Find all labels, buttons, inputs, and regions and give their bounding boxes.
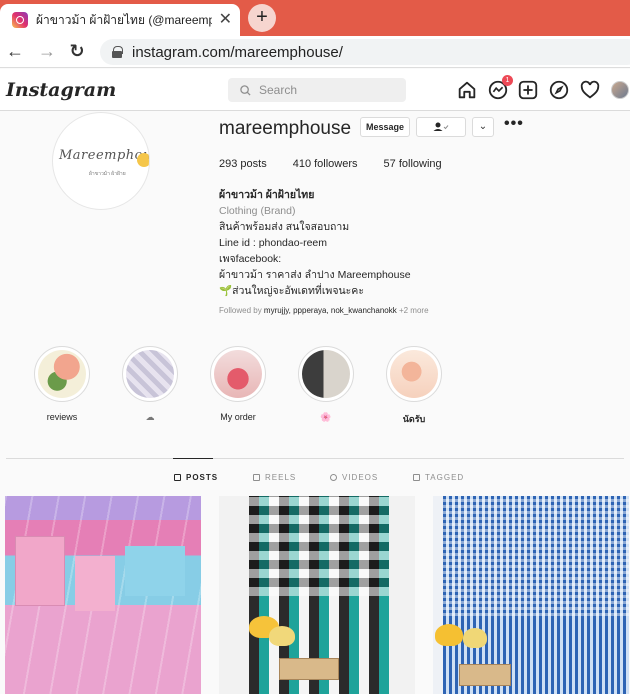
profile-username: mareemphouse xyxy=(219,118,352,139)
lock-icon xyxy=(112,46,123,58)
avatar xyxy=(611,81,629,99)
message-button[interactable]: Message xyxy=(360,117,410,137)
tab-posts-label: POSTS xyxy=(186,473,219,482)
profile-picture[interactable]: Mareemphouse ผ้าขาวม้า ผ้าฝ้าย xyxy=(52,112,150,210)
address-bar: ← → ↻ instagram.com/mareemphouse/ xyxy=(0,36,630,68)
tab-posts[interactable]: POSTS xyxy=(174,473,218,482)
bio-line: ผ้าขาวม้า ราคาส่ง ลำปาง Mareemphouse xyxy=(219,269,411,281)
tab-reels-label: REELS xyxy=(265,473,297,482)
new-tab-button[interactable]: + xyxy=(248,4,276,32)
highlight-label: นัดรับ xyxy=(402,414,426,424)
bio-line: เพจfacebook: xyxy=(219,253,282,265)
highlight-ring xyxy=(210,346,266,402)
posts-count: 293 posts xyxy=(219,158,267,170)
highlight-label: reviews xyxy=(46,412,78,422)
profile-stats: 293 posts 410 followers 57 following xyxy=(219,158,468,170)
highlight-reviews[interactable]: reviews xyxy=(32,346,92,424)
messenger-icon[interactable]: 1 xyxy=(487,75,513,101)
reload-icon[interactable]: ↻ xyxy=(66,40,88,62)
url-text: instagram.com/mareemphouse/ xyxy=(132,43,343,61)
tulip xyxy=(269,626,295,646)
instagram-logo[interactable]: Instagram xyxy=(6,79,116,101)
bio-category: Clothing (Brand) xyxy=(219,205,296,217)
post-thumbnail[interactable] xyxy=(433,496,629,694)
activity-heart-icon[interactable] xyxy=(579,79,601,101)
followers-count[interactable]: 410 followers xyxy=(293,158,358,170)
profile-avatar[interactable] xyxy=(609,79,630,101)
home-icon[interactable] xyxy=(456,79,478,101)
post-thumbnail[interactable] xyxy=(5,496,201,694)
tabs-divider xyxy=(6,458,624,459)
search-icon xyxy=(240,84,251,96)
video-icon xyxy=(330,474,337,481)
highlight-label: My order xyxy=(220,412,256,422)
tab-tagged-label: TAGGED xyxy=(425,473,465,482)
browser-tab[interactable]: ผ้าขาวม้า ผ้าฝ้ายไทย (@mareemphouse) ✕ xyxy=(0,4,240,36)
avatar-logo-subtext: ผ้าขาวม้า ผ้าฝ้าย xyxy=(89,171,126,177)
highlight-cover xyxy=(38,350,86,398)
highlight-cover xyxy=(126,350,174,398)
bio-line: สินค้าพร้อมส่ง สนใจสอบถาม xyxy=(219,221,350,233)
back-icon[interactable]: ← xyxy=(4,40,26,62)
bio-line: 🌱ส่วนใหญ่จะอัพเดทที่เพจนะคะ xyxy=(219,285,364,297)
product-tag xyxy=(459,664,511,686)
browser-tab-bar: ผ้าขาวม้า ผ้าฝ้ายไทย (@mareemphouse) ✕ + xyxy=(0,0,630,36)
following-count[interactable]: 57 following xyxy=(384,158,442,170)
highlight-cloud[interactable]: ☁ xyxy=(120,346,180,424)
instagram-favicon-icon xyxy=(12,12,28,28)
instagram-header: Instagram Search 1 xyxy=(0,69,630,111)
followed-by[interactable]: Followed by myrujjy, ppperaya, nok_kwanc… xyxy=(219,306,429,315)
search-input[interactable]: Search xyxy=(228,78,406,102)
highlight-ring xyxy=(386,346,442,402)
highlight-ring xyxy=(298,346,354,402)
highlight-ring xyxy=(122,346,178,402)
highlight-my-order[interactable]: My order xyxy=(208,346,268,424)
reels-icon xyxy=(253,474,260,481)
forward-icon[interactable]: → xyxy=(36,40,58,62)
fabric-fold xyxy=(75,556,115,611)
flower-decoration xyxy=(137,153,149,167)
more-options-icon[interactable]: ••• xyxy=(504,115,524,133)
followed-by-prefix: Followed by xyxy=(219,306,264,315)
followed-by-names: myrujjy, ppperaya, nok_kwanchanokk xyxy=(263,306,397,315)
bio-name: ผ้าขาวม้า ผ้าฝ้ายไทย xyxy=(219,189,315,201)
tab-reels[interactable]: REELS xyxy=(253,473,296,482)
bio-line: Line id : phondao-reem xyxy=(219,237,327,249)
profile-bio: ผ้าขาวม้า ผ้าฝ้ายไทย Clothing (Brand) สิ… xyxy=(219,187,411,299)
suggested-dropdown-button[interactable]: ⌄ xyxy=(472,117,494,137)
following-button[interactable] xyxy=(416,117,466,137)
messenger-badge: 1 xyxy=(502,75,513,86)
highlight-label: ☁ xyxy=(145,412,155,422)
post-thumbnail[interactable] xyxy=(219,496,415,694)
highlight-ring xyxy=(34,346,90,402)
grid-icon xyxy=(174,474,181,481)
new-post-icon[interactable] xyxy=(517,79,539,101)
search-placeholder: Search xyxy=(259,83,298,97)
tulip xyxy=(435,624,463,646)
product-tag xyxy=(279,658,339,680)
highlight-cover xyxy=(214,350,262,398)
active-tab-indicator xyxy=(173,458,213,459)
explore-icon[interactable] xyxy=(548,79,570,101)
tab-tagged[interactable]: TAGGED xyxy=(413,473,464,482)
highlight-pickup[interactable]: นัดรับ xyxy=(384,346,444,424)
followed-by-suffix: +2 more xyxy=(396,306,429,315)
fabric-fold xyxy=(15,536,65,606)
fabric-fold xyxy=(125,546,185,596)
highlight-flower[interactable]: 🌸 xyxy=(296,346,356,424)
highlight-cover xyxy=(302,350,350,398)
highlight-label: 🌸 xyxy=(320,412,332,422)
tulip xyxy=(463,628,487,648)
url-field[interactable]: instagram.com/mareemphouse/ xyxy=(100,39,630,65)
tab-title: ผ้าขาวม้า ผ้าฝ้ายไทย (@mareemphouse) xyxy=(36,12,212,27)
highlight-cover xyxy=(390,350,438,398)
tab-videos[interactable]: VIDEOS xyxy=(330,473,378,482)
tagged-icon xyxy=(413,474,420,481)
plaid-overlay xyxy=(249,496,389,596)
checked-overlay xyxy=(443,496,629,616)
close-tab-icon[interactable]: ✕ xyxy=(219,12,232,28)
person-check-icon xyxy=(433,122,449,131)
tab-videos-label: VIDEOS xyxy=(342,473,379,482)
